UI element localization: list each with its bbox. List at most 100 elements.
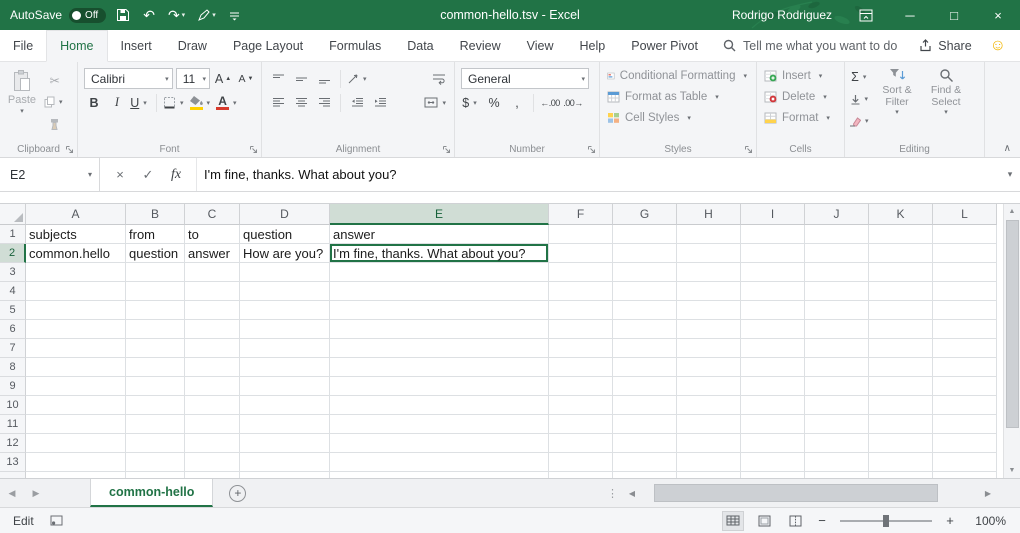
column-header-H[interactable]: H	[677, 204, 741, 225]
zoom-in-button[interactable]: +	[943, 513, 957, 528]
cell-K3[interactable]	[869, 263, 933, 282]
column-header-A[interactable]: A	[26, 204, 126, 225]
page-layout-view-button[interactable]	[753, 511, 775, 531]
cell-F7[interactable]	[549, 339, 613, 358]
cell-C12[interactable]	[185, 434, 240, 453]
customize-quick-access-button[interactable]	[226, 0, 243, 30]
cell-D3[interactable]	[240, 263, 330, 282]
cell-G4[interactable]	[613, 282, 677, 301]
alignment-dialog-launcher[interactable]	[442, 145, 451, 154]
row-header-9[interactable]: 9	[0, 377, 26, 396]
hscroll-left-icon[interactable]: ◀	[624, 489, 640, 498]
cell-G3[interactable]	[613, 263, 677, 282]
cell-K2[interactable]	[869, 244, 933, 263]
cell-A5[interactable]	[26, 301, 126, 320]
increase-font-size-button[interactable]: A▲	[213, 69, 233, 89]
cell-H10[interactable]	[677, 396, 741, 415]
column-header-E[interactable]: E	[330, 204, 549, 225]
column-header-C[interactable]: C	[185, 204, 240, 225]
cell-E8[interactable]	[330, 358, 549, 377]
name-box-dropdown-icon[interactable]: ▾	[81, 170, 99, 179]
cell-G6[interactable]	[613, 320, 677, 339]
column-header-D[interactable]: D	[240, 204, 330, 225]
cell-L5[interactable]	[933, 301, 997, 320]
zoom-out-button[interactable]: −	[815, 513, 829, 528]
cell-D13[interactable]	[240, 453, 330, 472]
row-header-13[interactable]: 13	[0, 453, 26, 472]
comma-style-button[interactable]: ,	[507, 93, 527, 113]
cell-C1[interactable]: to	[185, 225, 240, 244]
cell-H1[interactable]	[677, 225, 741, 244]
cell-A7[interactable]	[26, 339, 126, 358]
cell-H9[interactable]	[677, 377, 741, 396]
cell-H12[interactable]	[677, 434, 741, 453]
cell-J6[interactable]	[805, 320, 869, 339]
vertical-scrollbar[interactable]: ▲ ▼	[1003, 204, 1020, 478]
hscroll-track[interactable]	[640, 479, 980, 507]
cell-H11[interactable]	[677, 415, 741, 434]
cell-J9[interactable]	[805, 377, 869, 396]
zoom-slider-thumb[interactable]	[883, 515, 889, 527]
cell-C4[interactable]	[185, 282, 240, 301]
name-box[interactable]: E2 ▾	[0, 158, 100, 191]
autosave-toggle[interactable]: Off	[69, 8, 106, 23]
italic-button[interactable]: I	[107, 93, 127, 113]
row-header-12[interactable]: 12	[0, 434, 26, 453]
row-header-4[interactable]: 4	[0, 282, 26, 301]
cell-A3[interactable]	[26, 263, 126, 282]
close-button[interactable]: ×	[976, 0, 1020, 30]
cell-F11[interactable]	[549, 415, 613, 434]
cell-A12[interactable]	[26, 434, 126, 453]
cell-F2[interactable]	[549, 244, 613, 263]
wrap-text-button[interactable]	[429, 69, 449, 89]
cell-F5[interactable]	[549, 301, 613, 320]
active-sheet-tab[interactable]: common-hello	[90, 479, 213, 507]
cell-F9[interactable]	[549, 377, 613, 396]
decrease-decimal-button[interactable]: .00→	[563, 93, 583, 113]
cell-H-partial[interactable]	[677, 472, 741, 478]
hscroll-right-icon[interactable]: ▶	[980, 489, 996, 498]
cell-D2[interactable]: How are you?	[240, 244, 330, 263]
row-header-7[interactable]: 7	[0, 339, 26, 358]
tab-home[interactable]: Home	[46, 30, 107, 62]
cell-D5[interactable]	[240, 301, 330, 320]
cell-D6[interactable]	[240, 320, 330, 339]
horizontal-scrollbar[interactable]: ◀ ▶	[624, 479, 996, 507]
cell-G13[interactable]	[613, 453, 677, 472]
tell-me-search[interactable]: Tell me what you want to do	[715, 30, 905, 61]
styles-dialog-launcher[interactable]	[744, 145, 753, 154]
cell-H4[interactable]	[677, 282, 741, 301]
cell-L2[interactable]	[933, 244, 997, 263]
cell-J8[interactable]	[805, 358, 869, 377]
cell-B9[interactable]	[126, 377, 185, 396]
row-header-5[interactable]: 5	[0, 301, 26, 320]
insert-function-button[interactable]: fx	[164, 163, 188, 187]
cell-A4[interactable]	[26, 282, 126, 301]
align-center-button[interactable]	[291, 93, 311, 113]
cell-K10[interactable]	[869, 396, 933, 415]
cell-C13[interactable]	[185, 453, 240, 472]
clipboard-dialog-launcher[interactable]	[65, 145, 74, 154]
font-dialog-launcher[interactable]	[249, 145, 258, 154]
cell-D8[interactable]	[240, 358, 330, 377]
cell-I7[interactable]	[741, 339, 805, 358]
column-header-J[interactable]: J	[805, 204, 869, 225]
cell-C10[interactable]	[185, 396, 240, 415]
tab-draw[interactable]: Draw	[165, 30, 220, 61]
cell-F4[interactable]	[549, 282, 613, 301]
cell-L3[interactable]	[933, 263, 997, 282]
tab-data[interactable]: Data	[394, 30, 446, 61]
horizontal-scroll-thumb[interactable]	[654, 484, 938, 502]
cell-L4[interactable]	[933, 282, 997, 301]
column-header-G[interactable]: G	[613, 204, 677, 225]
align-right-button[interactable]	[314, 93, 334, 113]
cell-C9[interactable]	[185, 377, 240, 396]
underline-button[interactable]: U▾	[130, 93, 150, 113]
cell-L-partial[interactable]	[933, 472, 997, 478]
cell-E12[interactable]	[330, 434, 549, 453]
cell-E6[interactable]	[330, 320, 549, 339]
font-color-button[interactable]: A ▾	[216, 93, 240, 113]
delete-cells-button[interactable]: Delete ▾	[761, 86, 841, 107]
number-format-select[interactable]: General ▾	[461, 68, 589, 89]
sheetbar-resize-handle[interactable]: ⋮	[601, 487, 624, 500]
